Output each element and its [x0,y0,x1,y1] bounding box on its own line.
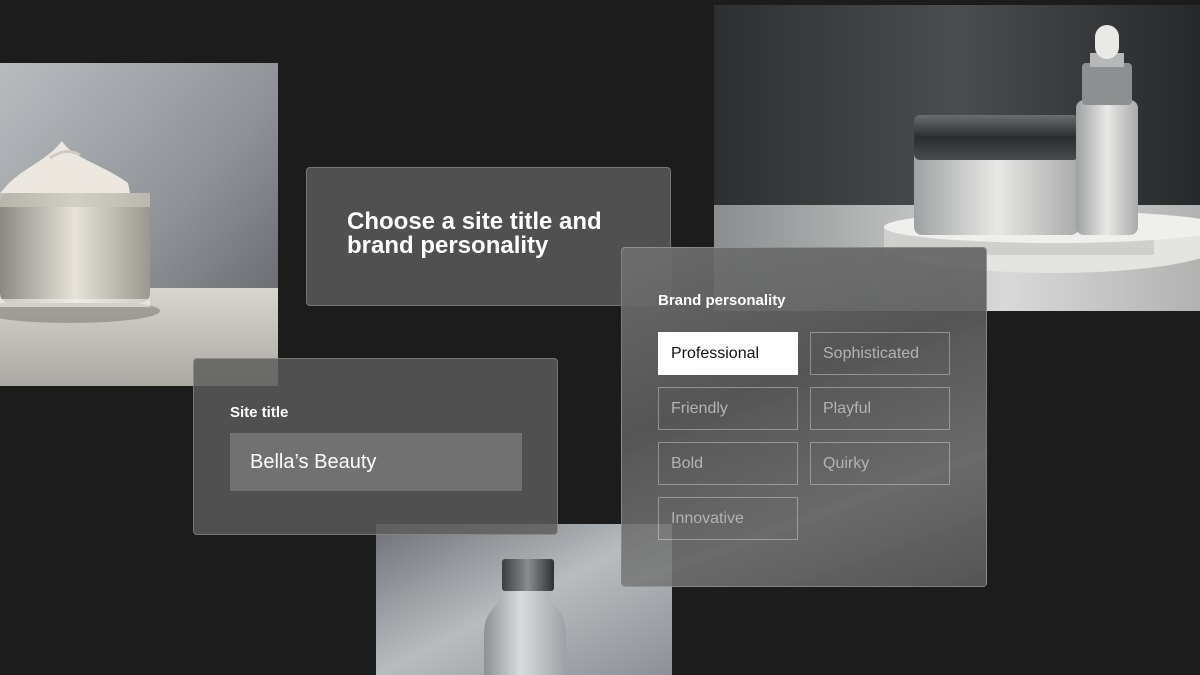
cream-jar-photo [0,63,278,386]
option-playful[interactable]: Playful [810,387,950,430]
headline-card: Choose a site title and brand personalit… [306,167,671,306]
option-professional[interactable]: Professional [658,332,798,375]
site-title-label: Site title [230,404,289,421]
site-title-card: Site title [193,358,558,535]
brand-personality-card: Brand personality Professional Sophistic… [621,247,987,587]
option-quirky[interactable]: Quirky [810,442,950,485]
page-title: Choose a site title and brand personalit… [347,208,602,259]
option-friendly[interactable]: Friendly [658,387,798,430]
option-innovative[interactable]: Innovative [658,497,798,540]
brand-personality-title: Brand personality [658,292,786,309]
site-title-input[interactable] [230,433,522,491]
option-bold[interactable]: Bold [658,442,798,485]
option-sophisticated[interactable]: Sophisticated [810,332,950,375]
